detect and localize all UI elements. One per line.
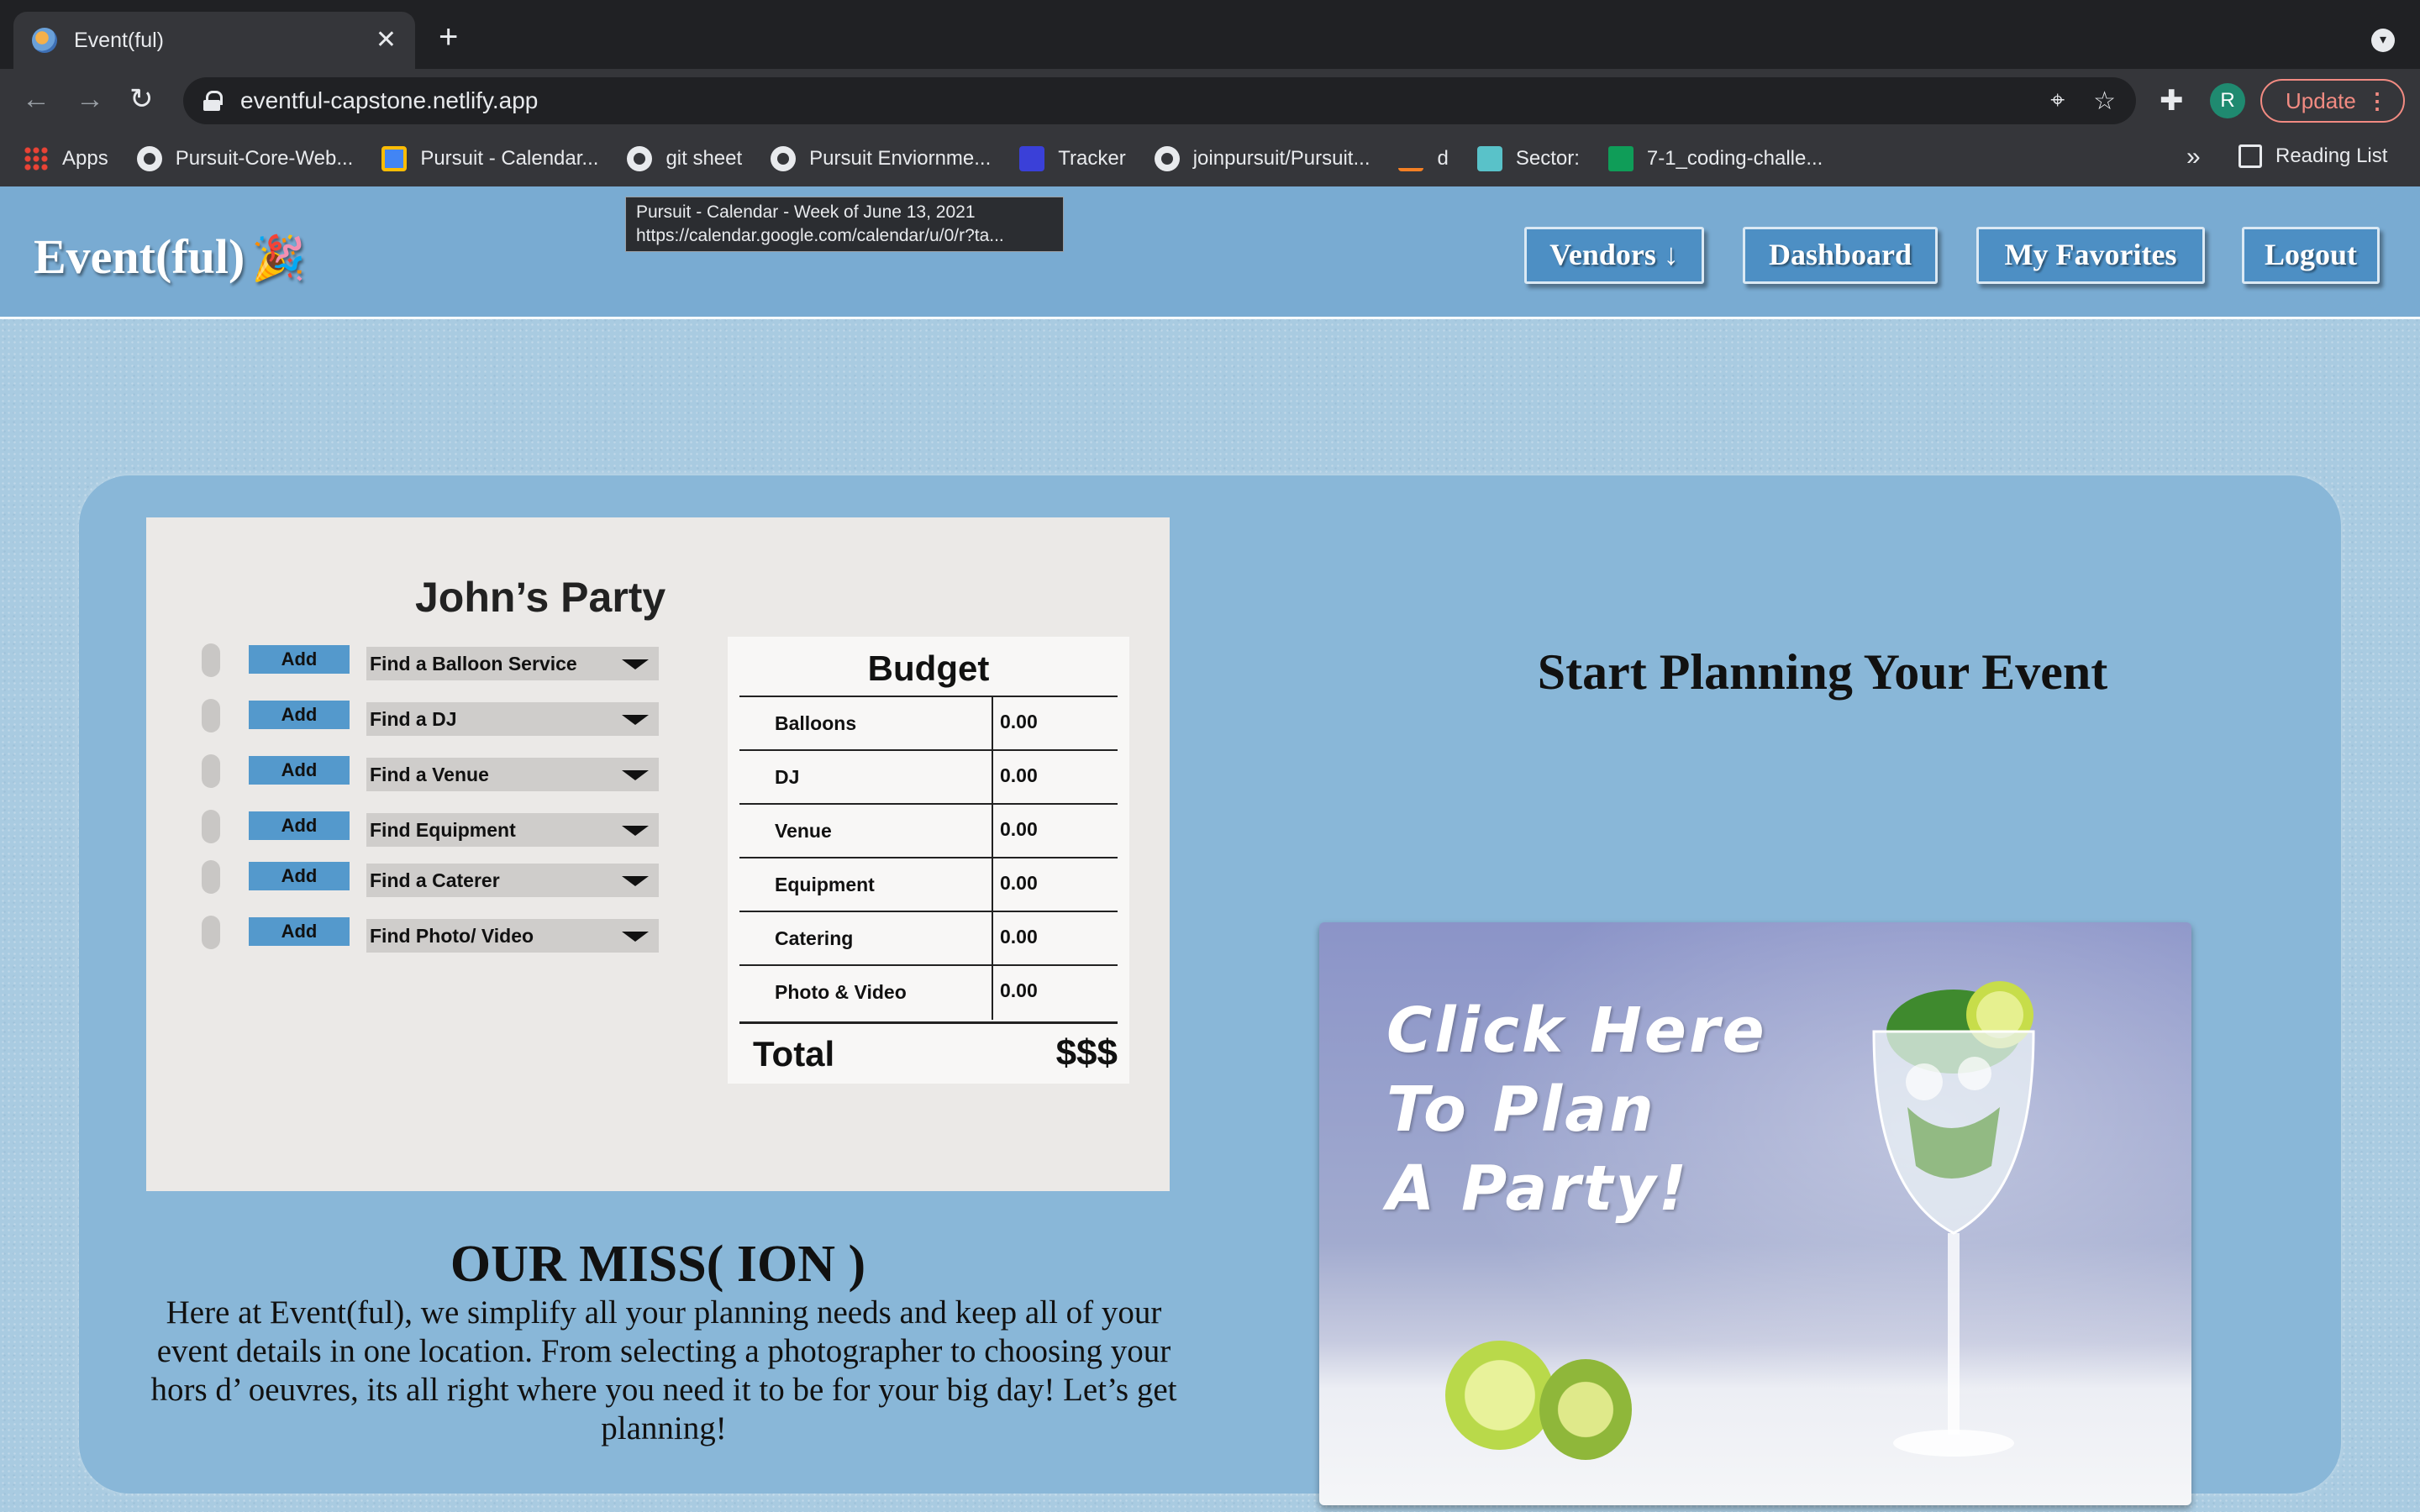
add-button: Add xyxy=(249,756,350,785)
row-bullet xyxy=(202,860,220,894)
browser-tab-strip: Event(ful) ✕ + ▾ xyxy=(0,0,2420,69)
budget-title: Budget xyxy=(867,648,990,688)
plan-party-image-link[interactable]: Click Here To Plan A Party! xyxy=(1319,922,2191,1505)
lime-slice-icon xyxy=(1445,1341,1555,1450)
bookmark-pursuit-core-web[interactable]: Pursuit-Core-Web... xyxy=(136,146,353,171)
update-label: Update xyxy=(2286,88,2356,113)
budget-row: DJ 0.00 xyxy=(739,749,1118,805)
click-to-plan-text[interactable]: Click Here To Plan A Party! xyxy=(1386,991,1767,1228)
more-bookmarks-icon[interactable]: » xyxy=(2186,143,2201,171)
close-tab-icon[interactable]: ✕ xyxy=(376,28,397,53)
location-pin-icon[interactable]: ⌖ xyxy=(2050,87,2065,115)
bookmark-tracker[interactable]: Tracker xyxy=(1019,146,1126,171)
site-navbar: Event(ful) 🎉 Vendors ↓ Dashboard My Favor… xyxy=(0,186,2420,319)
lock-icon[interactable] xyxy=(203,91,223,111)
planner-row: Add Find a Venue xyxy=(202,753,672,791)
row-bullet xyxy=(202,754,220,788)
mission-text: Here at Event(ful), we simplify all your… xyxy=(150,1294,1177,1446)
github-icon xyxy=(136,146,162,171)
planner-preview-image: John’s Party Add Find a Balloon Service A… xyxy=(146,517,1170,1191)
budget-row: Catering 0.00 xyxy=(739,911,1118,966)
reading-list-icon xyxy=(2238,144,2262,168)
apps-grid-icon xyxy=(24,146,49,171)
address-bar[interactable]: eventful-capstone.netlify.app ⌖ ☆ xyxy=(183,77,2136,124)
bookmark-pursuit-environment[interactable]: Pursuit Enviornme... xyxy=(771,146,991,171)
budget-table: Budget Balloons 0.00 DJ 0.00 Venue 0.00 Equ… xyxy=(728,637,1129,1084)
tab-search-icon[interactable]: ▾ xyxy=(2371,29,2395,52)
main-card: John’s Party Add Find a Balloon Service A… xyxy=(79,475,2341,1505)
budget-total: Total $$$ xyxy=(739,1021,1118,1075)
browser-tab[interactable]: Event(ful) ✕ xyxy=(13,12,415,69)
planner-row: Add Find Equipment xyxy=(202,808,672,847)
budget-row: Photo & Video 0.00 xyxy=(739,964,1118,1020)
planner-row: Add Find a Balloon Service xyxy=(202,642,672,680)
browser-toolbar: ← → ↻ eventful-capstone.netlify.app ⌖ ☆ … xyxy=(0,69,2420,131)
add-button: Add xyxy=(249,917,350,946)
bookmark-tooltip: Pursuit - Calendar - Week of June 13, 20… xyxy=(625,197,1064,252)
bookmark-coding-challenge[interactable]: 7-1_coding-challe... xyxy=(1607,146,1823,171)
github-icon xyxy=(771,146,797,171)
vendor-select: Find a Caterer xyxy=(366,864,659,897)
bookmarks-bar: Apps Pursuit-Core-Web... Pursuit - Calen… xyxy=(0,131,2420,186)
forward-arrow-icon[interactable]: → xyxy=(76,82,104,116)
vendor-select: Find a Balloon Service xyxy=(366,647,659,680)
vendor-select: Find a Venue xyxy=(366,758,659,791)
budget-row: Venue 0.00 xyxy=(739,803,1118,858)
vendors-button[interactable]: Vendors ↓ xyxy=(1524,227,1704,284)
calendar-icon xyxy=(381,146,408,171)
planner-row: Add Find a Caterer xyxy=(202,858,672,897)
party-popper-icon: 🎉 xyxy=(251,235,307,283)
site-logo[interactable]: Event(ful) 🎉 xyxy=(34,228,306,285)
stackoverflow-icon xyxy=(1398,146,1424,171)
url-text[interactable]: eventful-capstone.netlify.app xyxy=(240,87,2022,114)
bookmark-star-icon[interactable]: ☆ xyxy=(2093,87,2116,116)
my-favorites-button[interactable]: My Favorites xyxy=(1976,227,2205,284)
vendor-select: Find Equipment xyxy=(366,813,659,847)
logout-button[interactable]: Logout xyxy=(2242,227,2380,284)
add-button: Add xyxy=(249,645,350,674)
new-tab-button[interactable]: + xyxy=(439,20,458,54)
planner-row: Add Find a DJ xyxy=(202,697,672,736)
row-bullet xyxy=(202,643,220,677)
row-bullet xyxy=(202,810,220,843)
vendor-select: Find Photo/ Video xyxy=(366,919,659,953)
party-title: John’s Party xyxy=(415,574,666,621)
add-button: Add xyxy=(249,701,350,729)
github-icon xyxy=(1154,146,1180,171)
page-body: Event(ful) 🎉 Vendors ↓ Dashboard My Favor… xyxy=(0,186,2420,1512)
bookmark-pursuit-calendar[interactable]: Pursuit - Calendar... xyxy=(381,146,598,171)
tracker-icon xyxy=(1019,146,1045,171)
update-button[interactable]: Update ⋮ xyxy=(2260,79,2405,123)
sheets-icon xyxy=(1607,146,1634,171)
bookmark-joinpursuit[interactable]: joinpursuit/Pursuit... xyxy=(1154,146,1370,171)
menu-dots-icon[interactable]: ⋮ xyxy=(2366,81,2388,121)
reading-list-button[interactable]: Reading List xyxy=(2238,144,2387,168)
vendor-select: Find a DJ xyxy=(366,702,659,736)
sector-icon xyxy=(1476,146,1502,171)
bookmark-git-sheet[interactable]: git sheet xyxy=(627,146,742,171)
plan-event-title: Start Planning Your Event xyxy=(1537,644,2108,700)
add-button: Add xyxy=(249,862,350,890)
back-arrow-icon[interactable]: ← xyxy=(22,82,50,116)
budget-row: Equipment 0.00 xyxy=(739,857,1118,912)
site-favicon-icon xyxy=(32,28,57,53)
extensions-puzzle-icon[interactable]: ✚ xyxy=(2160,84,2184,118)
tab-title: Event(ful) xyxy=(74,28,164,52)
row-bullet xyxy=(202,699,220,732)
add-button: Add xyxy=(249,811,350,840)
lime-half-icon xyxy=(1539,1359,1632,1460)
profile-avatar[interactable]: R xyxy=(2210,83,2245,118)
bookmark-d[interactable]: d xyxy=(1398,146,1449,171)
mission-title: OUR MISS( ION ) xyxy=(450,1236,866,1293)
github-icon xyxy=(627,146,653,171)
bookmark-apps[interactable]: Apps xyxy=(24,146,108,171)
planner-row: Add Find Photo/ Video xyxy=(202,914,672,953)
reload-icon[interactable]: ↻ xyxy=(129,82,154,116)
budget-row: Balloons 0.00 xyxy=(739,696,1118,751)
dashboard-button[interactable]: Dashboard xyxy=(1743,227,1938,284)
cocktail-glass-icon xyxy=(1872,981,2035,1457)
bookmark-sector[interactable]: Sector: xyxy=(1476,146,1580,171)
row-bullet xyxy=(202,916,220,949)
